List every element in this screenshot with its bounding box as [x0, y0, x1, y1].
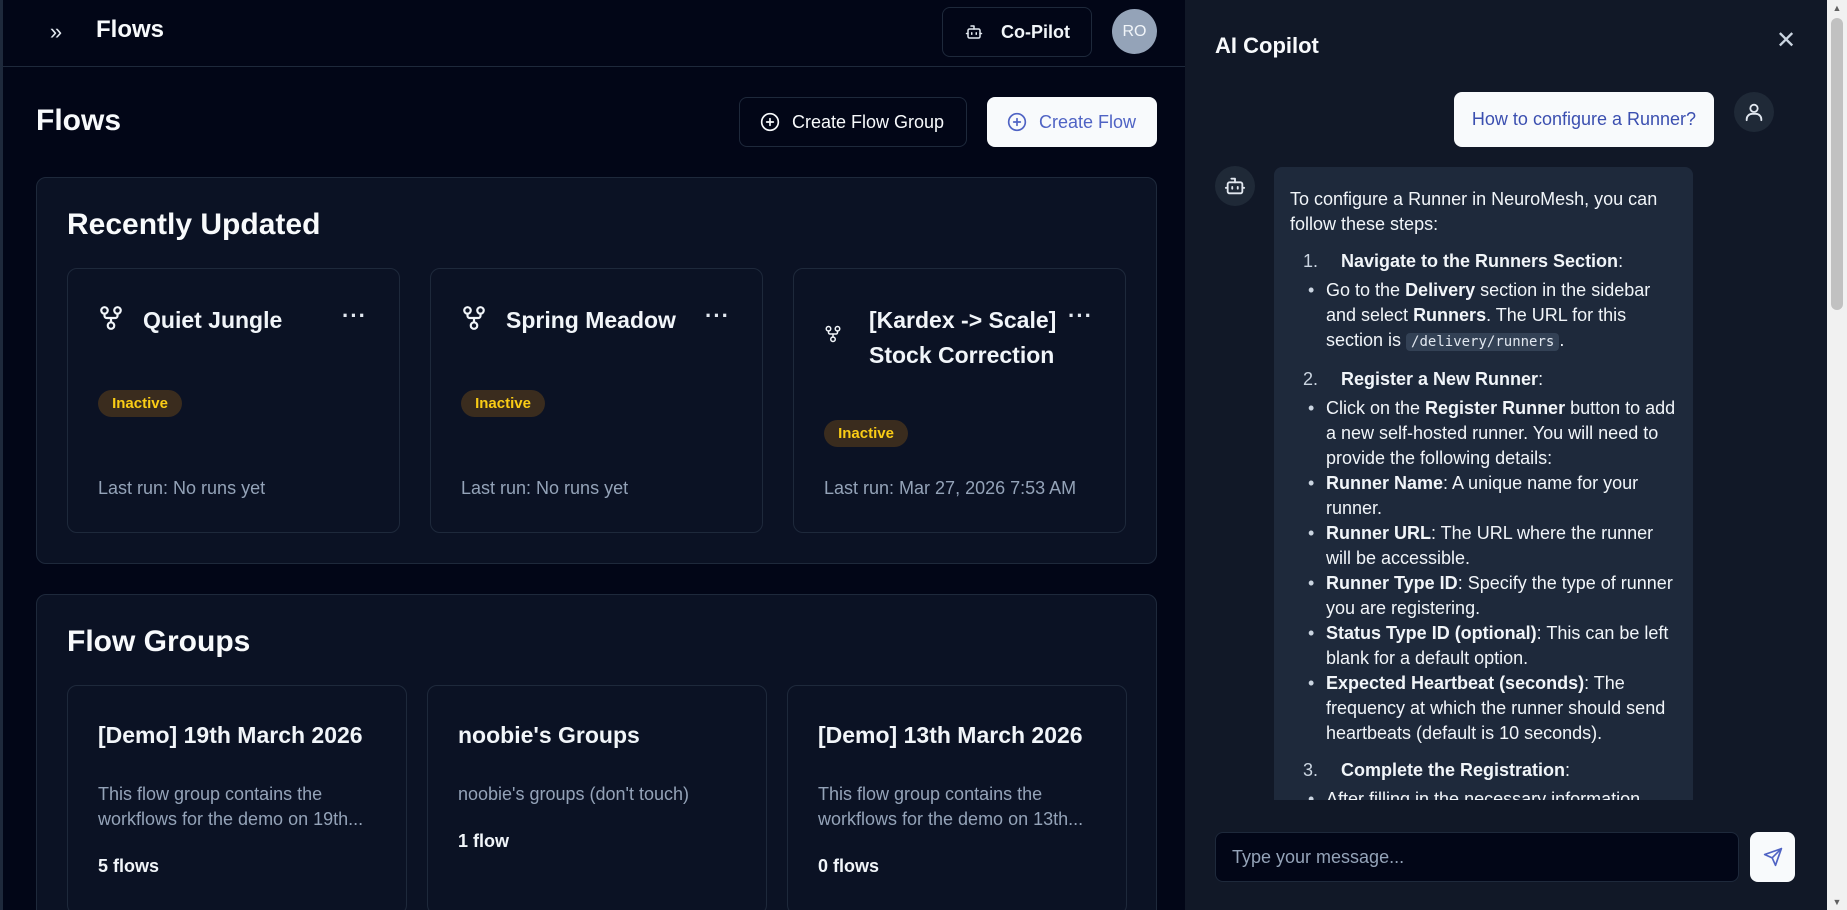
status-badge: Inactive [98, 390, 182, 417]
flow-group-card[interactable]: [Demo] 19th March 2026 This flow group c… [67, 685, 407, 910]
step-bullet: Go to the Delivery section in the sideba… [1290, 278, 1677, 355]
recently-updated-panel: Recently Updated Quiet Jungle ··· Inacti… [36, 177, 1157, 564]
flows-heading: Flows [36, 104, 122, 137]
page-title: Flows [96, 16, 165, 43]
copilot-button[interactable]: Co-Pilot [942, 7, 1092, 57]
workflow-icon [825, 325, 841, 343]
step-heading: 2. Register a New Runner: [1290, 367, 1677, 392]
bot-avatar [1215, 166, 1255, 206]
bot-intro: To configure a Runner in NeuroMesh, you … [1290, 189, 1658, 234]
last-run-text: Last run: Mar 27, 2026 7:53 AM [824, 478, 1077, 498]
step-bullet: Runner URL: The URL where the runner wil… [1290, 521, 1677, 571]
more-horizontal-icon[interactable]: ··· [342, 303, 367, 329]
status-badge: Inactive [461, 390, 545, 417]
step-bullet: Click on the Register Runner button to a… [1290, 396, 1677, 471]
bot-message: To configure a Runner in NeuroMesh, you … [1274, 167, 1693, 800]
plus-circle-icon [1007, 112, 1027, 132]
last-run-text: Last run: No runs yet [461, 478, 629, 498]
main-content: » Flows Co-Pilot RO Flows Create Flow Gr… [0, 0, 1185, 910]
create-flow-label: Create Flow [1039, 111, 1137, 132]
step-bullet: Expected Heartbeat (seconds): The freque… [1290, 671, 1677, 746]
close-icon: ✕ [1775, 27, 1797, 54]
workflow-icon [463, 306, 485, 330]
user-avatar[interactable]: RO [1112, 9, 1157, 54]
scroll-down-arrow-icon[interactable]: ▼ [1827, 894, 1847, 910]
flow-group-name: noobie's Groups [458, 722, 640, 748]
create-flow-group-button[interactable]: Create Flow Group [739, 97, 967, 147]
flow-groups-title: Flow Groups [67, 625, 251, 658]
last-run-text: Last run: No runs yet [98, 478, 266, 498]
flow-group-card[interactable]: [Demo] 13th March 2026 This flow group c… [787, 685, 1127, 910]
plus-circle-icon [760, 112, 780, 132]
flow-count: 0 flows [818, 856, 880, 876]
ai-copilot-panel: AI Copilot ✕ How to configure a Runner? … [1185, 0, 1827, 910]
flow-group-card[interactable]: noobie's Groups noobie's groups (don't t… [427, 685, 767, 910]
step-bullet: Runner Type ID: Specify the type of runn… [1290, 571, 1677, 621]
workflow-icon [100, 306, 122, 330]
create-flow-group-label: Create Flow Group [792, 111, 945, 132]
step-number: 1. [1303, 251, 1319, 271]
step-title: Complete the Registration [1341, 760, 1566, 780]
send-icon [1763, 847, 1782, 867]
step-number: 2. [1303, 369, 1319, 389]
flow-card[interactable]: Quiet Jungle ··· Inactive Last run: No r… [67, 268, 400, 533]
recently-updated-title: Recently Updated [67, 208, 321, 241]
send-button[interactable] [1750, 832, 1795, 882]
more-horizontal-icon[interactable]: ··· [705, 303, 730, 329]
flow-name: Spring Meadow [506, 307, 676, 333]
flow-groups-panel: Flow Groups [Demo] 19th March 2026 This … [36, 594, 1157, 910]
step-heading: 1. Navigate to the Runners Section: [1290, 249, 1677, 274]
step-heading: 3. Complete the Registration: [1290, 758, 1677, 783]
scrollbar[interactable]: ▲ ▼ [1827, 0, 1847, 910]
step-bullet: Runner Name: A unique name for your runn… [1290, 471, 1677, 521]
flow-group-description: noobie's groups (don't touch) [458, 784, 690, 804]
step-bullet: After filling in the necessary informati… [1290, 787, 1677, 800]
url-code: /delivery/runners [1406, 333, 1560, 351]
status-badge: Inactive [824, 420, 908, 447]
bot-icon [1224, 177, 1246, 195]
step-title: Navigate to the Runners Section [1341, 251, 1619, 271]
copilot-title: AI Copilot [1215, 33, 1319, 58]
flow-group-name: [Demo] 19th March 2026 [98, 722, 363, 748]
top-bar: » Flows Co-Pilot RO [3, 0, 1185, 67]
scrollbar-thumb[interactable] [1831, 18, 1843, 310]
expand-sidebar-button[interactable]: » [41, 18, 71, 48]
user-icon [1745, 103, 1763, 122]
step-number: 3. [1303, 760, 1319, 780]
flow-card[interactable]: [Kardex -> Scale] Stock Correction ··· I… [793, 268, 1126, 533]
more-horizontal-icon[interactable]: ··· [1068, 303, 1093, 329]
bot-icon [965, 25, 983, 39]
copilot-button-label: Co-Pilot [1001, 21, 1070, 42]
flow-group-description: This flow group contains the workflows f… [98, 784, 364, 829]
flow-group-name: [Demo] 13th March 2026 [818, 722, 1083, 748]
scroll-up-arrow-icon[interactable]: ▲ [1827, 0, 1847, 16]
create-flow-button[interactable]: Create Flow [987, 97, 1157, 147]
flow-name: Quiet Jungle [143, 307, 283, 333]
user-avatar-icon-wrap [1734, 92, 1774, 132]
step-bullet: Status Type ID (optional): This can be l… [1290, 621, 1677, 671]
step-title: Register a New Runner [1341, 369, 1539, 389]
flow-card[interactable]: Spring Meadow ··· Inactive Last run: No … [430, 268, 763, 533]
flow-name: [Kardex -> Scale] Stock Correction [869, 307, 1057, 368]
user-message: How to configure a Runner? [1454, 92, 1714, 147]
close-copilot-button[interactable]: ✕ [1773, 28, 1799, 54]
flow-group-description: This flow group contains the workflows f… [818, 784, 1084, 829]
message-input[interactable] [1215, 832, 1739, 882]
chevrons-right-icon: » [49, 19, 63, 44]
flow-count: 1 flow [458, 831, 510, 851]
flow-count: 5 flows [98, 856, 160, 876]
